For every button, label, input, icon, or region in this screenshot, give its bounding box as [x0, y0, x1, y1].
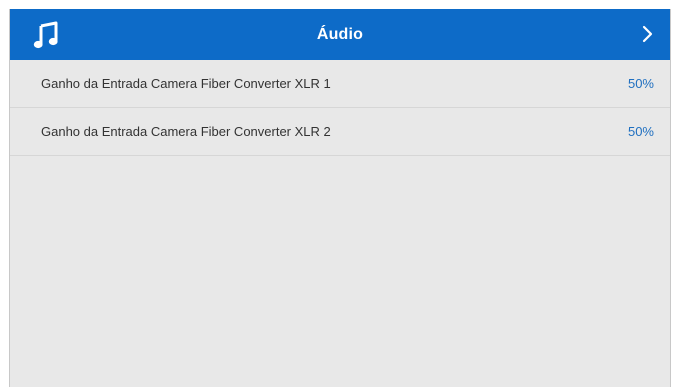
settings-list: Ganho da Entrada Camera Fiber Converter … — [10, 60, 670, 156]
setting-label: Ganho da Entrada Camera Fiber Converter … — [41, 124, 331, 139]
setting-value[interactable]: 50% — [628, 76, 654, 91]
music-note-icon — [33, 21, 58, 49]
chevron-right-icon[interactable] — [640, 23, 656, 45]
audio-settings-panel: Áudio Ganho da Entrada Camera Fiber Conv… — [9, 9, 671, 387]
page-title: Áudio — [316, 25, 364, 43]
setting-label: Ganho da Entrada Camera Fiber Converter … — [41, 76, 331, 91]
setting-row-xlr2-gain[interactable]: Ganho da Entrada Camera Fiber Converter … — [10, 108, 670, 156]
setting-row-xlr1-gain[interactable]: Ganho da Entrada Camera Fiber Converter … — [10, 60, 670, 108]
panel-header: Áudio — [10, 9, 670, 60]
setting-value[interactable]: 50% — [628, 124, 654, 139]
